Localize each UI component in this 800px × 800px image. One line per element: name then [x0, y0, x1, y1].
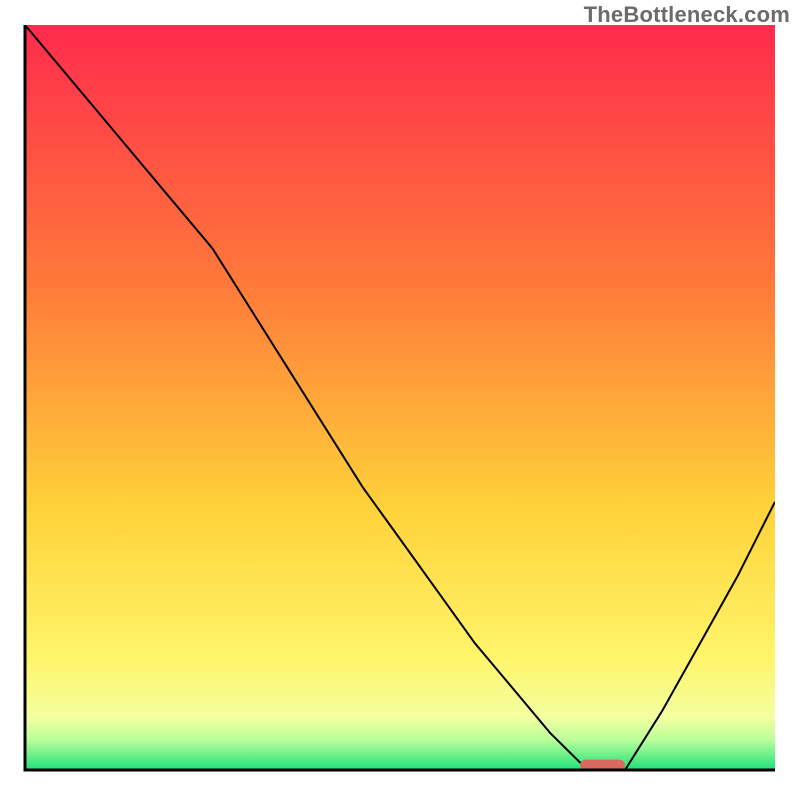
watermark-label: TheBottleneck.com — [584, 2, 790, 28]
bottleneck-chart — [0, 0, 800, 800]
optimal-marker — [580, 760, 625, 770]
chart-background — [25, 25, 775, 770]
